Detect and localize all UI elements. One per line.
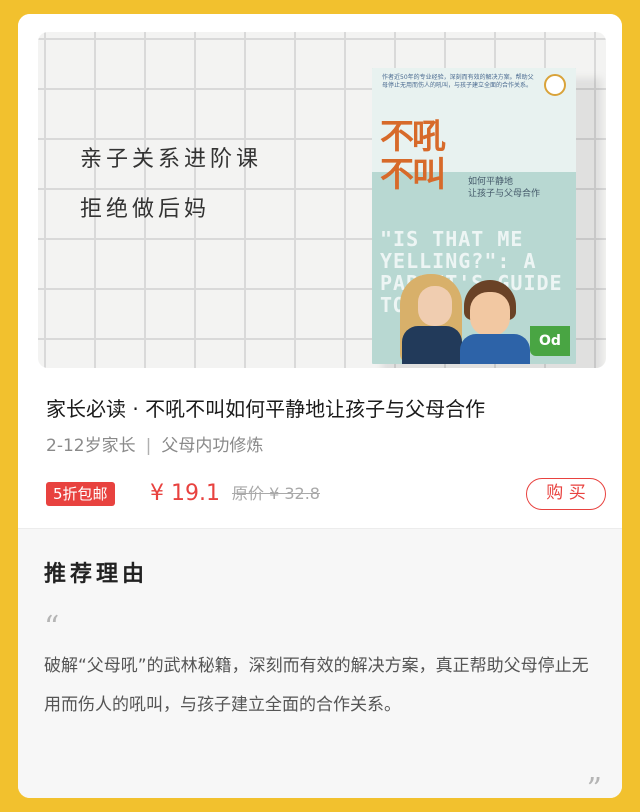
child-face bbox=[470, 292, 510, 336]
hero-caption: 亲子关系进阶课 拒绝做后妈 bbox=[80, 144, 262, 244]
current-price: ¥ 19.1 bbox=[150, 481, 220, 506]
discount-badge: 5折包邮 bbox=[46, 482, 115, 506]
mother-body bbox=[402, 326, 462, 364]
open-quote-icon: “ bbox=[44, 610, 60, 645]
product-title[interactable]: 家长必读 · 不吼不叫如何平静地让孩子与父母合作 bbox=[46, 394, 606, 424]
audience-age: 2-12岁家长 bbox=[46, 436, 136, 456]
book-blurb: 作者近50年的专业经验，深刻而有效的解决方案。帮助父母停止无用而伤人的吼叫，与孩… bbox=[382, 74, 534, 89]
recommendation-section: 推荐理由 “ 破解“父母吼”的武林秘籍，深刻而有效的解决方案，真正帮助父母停止无… bbox=[18, 528, 622, 798]
hero-line-2: 拒绝做后妈 bbox=[80, 197, 211, 222]
publisher-logo-icon bbox=[544, 74, 566, 96]
price-row: 5折包邮 ¥ 19.1 原价 ¥ 32.8 购 买 bbox=[46, 478, 606, 510]
product-card[interactable]: 亲子关系进阶课 拒绝做后妈 作者近50年的专业经验，深刻而有效的解决方案。帮助父… bbox=[18, 14, 622, 798]
book-cover: 作者近50年的专业经验，深刻而有效的解决方案。帮助父母停止无用而伤人的吼叫，与孩… bbox=[372, 68, 576, 364]
product-category: 父母内功修炼 bbox=[161, 436, 264, 456]
hero-line-1: 亲子关系进阶课 bbox=[80, 147, 263, 172]
book-subtitle: 如何平静地 让孩子与父母合作 bbox=[468, 176, 540, 200]
original-price: 原价 ¥ 32.8 bbox=[232, 484, 320, 503]
close-quote-icon: ” bbox=[586, 772, 602, 799]
product-info: 家长必读 · 不吼不叫如何平静地让孩子与父母合作 2-12岁家长 | 父母内功修炼 bbox=[46, 394, 606, 458]
buy-button[interactable]: 购 买 bbox=[526, 478, 606, 510]
meta-separator: | bbox=[145, 436, 152, 456]
book-photo bbox=[392, 264, 552, 364]
recommendation-title: 推荐理由 bbox=[44, 561, 149, 587]
product-section[interactable]: 亲子关系进阶课 拒绝做后妈 作者近50年的专业经验，深刻而有效的解决方案。帮助父… bbox=[18, 14, 622, 528]
child-body bbox=[460, 334, 530, 364]
product-meta: 2-12岁家长 | 父母内功修炼 bbox=[46, 434, 606, 458]
recommendation-text: 破解“父母吼”的武林秘籍，深刻而有效的解决方案，真正帮助父母停止无用而伤人的吼叫… bbox=[44, 656, 589, 715]
mother-face bbox=[418, 286, 452, 326]
hero-image[interactable]: 亲子关系进阶课 拒绝做后妈 作者近50年的专业经验，深刻而有效的解决方案。帮助父… bbox=[38, 32, 606, 368]
book-series-badge: Od bbox=[530, 326, 570, 356]
book-subtitle-line-1: 如何平静地 bbox=[468, 177, 514, 187]
book-subtitle-line-2: 让孩子与父母合作 bbox=[468, 189, 541, 199]
book-title: 不吼 不叫 bbox=[380, 117, 446, 195]
